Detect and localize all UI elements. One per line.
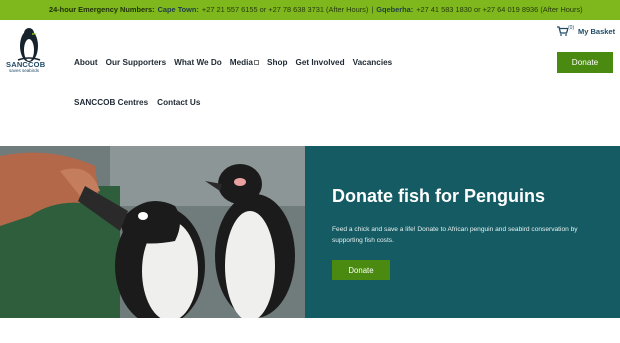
emergency-bar: 24-hour Emergency Numbers: Cape Town: +2… — [0, 0, 620, 20]
nav-shop[interactable]: Shop — [267, 58, 287, 67]
basket-count: (0) — [568, 25, 575, 31]
emergency-label: 24-hour Emergency Numbers: — [49, 5, 155, 14]
nav-contact-us[interactable]: Contact Us — [157, 98, 200, 107]
page-bottom — [0, 318, 620, 343]
penguin-feeding-image — [0, 146, 305, 318]
penguin-photo-icon — [0, 146, 305, 318]
nav-sanccob-centres[interactable]: SANCCOB Centres — [74, 98, 148, 107]
nav-what-we-do[interactable]: What We Do — [174, 58, 222, 67]
nav-media-label: Media — [229, 58, 253, 67]
nav-get-involved[interactable]: Get Involved — [295, 58, 344, 67]
cart-icon[interactable] — [557, 26, 568, 36]
my-basket[interactable]: (0) My Basket — [557, 25, 615, 36]
nav-our-supporters[interactable]: Our Supporters — [106, 58, 167, 67]
city-gqeberha: Gqeberha: — [376, 5, 414, 14]
hero-section: Donate fish for Penguins Feed a chick an… — [0, 146, 620, 318]
cape-town-numbers[interactable]: +27 21 557 6155 or +27 78 638 3731 (Afte… — [202, 5, 368, 14]
secondary-nav: SANCCOB Centres Contact Us — [74, 98, 209, 107]
nav-vacancies[interactable]: Vacancies — [353, 58, 393, 67]
nav-about[interactable]: About — [74, 58, 98, 67]
nav-media[interactable]: Media — [230, 58, 259, 67]
gqeberha-numbers[interactable]: +27 41 583 1830 or +27 64 019 8936 (Afte… — [416, 5, 582, 14]
hero-panel: Donate fish for Penguins Feed a chick an… — [305, 146, 620, 318]
basket-label[interactable]: My Basket — [578, 27, 615, 36]
dropdown-icon — [254, 60, 259, 65]
hero-text: Feed a chick and save a life! Donate to … — [332, 226, 578, 244]
city-cape-town: Cape Town: — [157, 5, 199, 14]
main-nav: About Our Supporters What We Do Media Sh… — [74, 58, 400, 67]
hero-title: Donate fish for Penguins — [332, 186, 546, 206]
hero-donate-button[interactable]: Donate — [332, 260, 390, 280]
logo-tagline: saves seabirds — [9, 68, 40, 73]
donate-button[interactable]: Donate — [557, 52, 613, 73]
separator: | — [371, 5, 374, 14]
